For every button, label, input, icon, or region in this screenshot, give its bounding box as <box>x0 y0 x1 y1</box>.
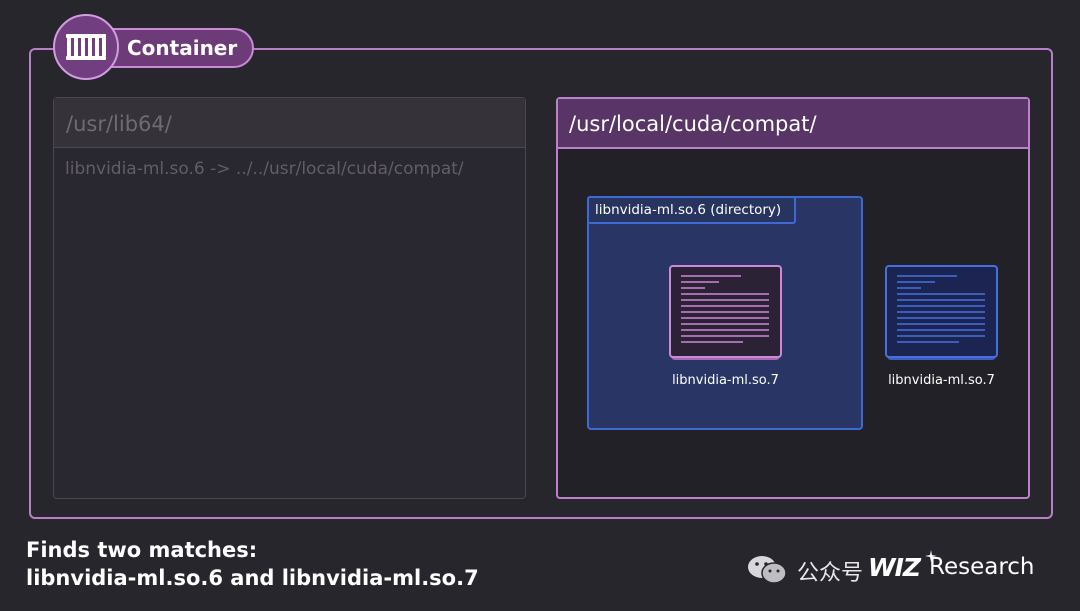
usr-lib64-title: /usr/lib64/ <box>66 112 172 136</box>
wechat-icon <box>746 554 790 590</box>
file-label: libnvidia-ml.so.7 <box>888 373 995 388</box>
file-icon <box>885 265 998 358</box>
caption-line-1: Finds two matches: <box>26 538 258 562</box>
symlink-entry: libnvidia-ml.so.6 -> ../../usr/local/cud… <box>65 159 464 179</box>
file-label: libnvidia-ml.so.7 <box>672 373 779 388</box>
directory-label: libnvidia-ml.so.6 (directory) <box>595 202 782 218</box>
cuda-compat-title: /usr/local/cuda/compat/ <box>569 112 817 136</box>
research-text: Research <box>929 554 1035 580</box>
caption-line-2: libnvidia-ml.so.6 and libnvidia-ml.so.7 <box>26 566 479 590</box>
wechat-account-text: 公众号 <box>797 561 864 586</box>
usr-lib64-panel <box>53 97 526 499</box>
container-label: Container <box>127 36 238 60</box>
container-icon <box>53 14 119 80</box>
wiz-logo: WIZ <box>868 553 921 582</box>
file-icon <box>669 265 782 358</box>
